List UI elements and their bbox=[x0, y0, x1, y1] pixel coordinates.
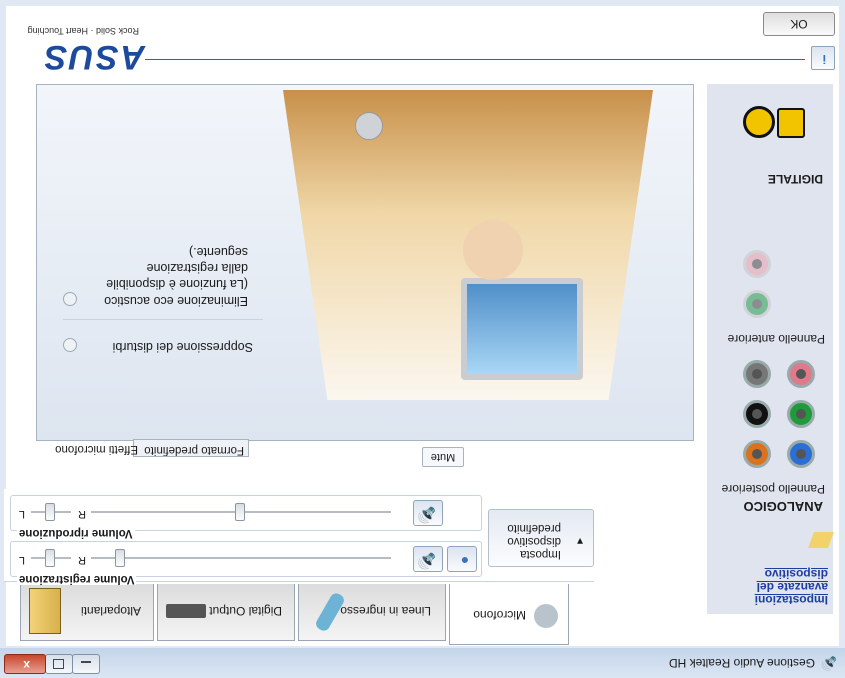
minimize-button[interactable] bbox=[72, 654, 100, 674]
header-rule bbox=[145, 59, 805, 60]
analog-heading: ANALOGICO bbox=[743, 499, 823, 514]
subtab-effects[interactable]: Effetti microfono bbox=[42, 439, 138, 455]
info-icon: i bbox=[822, 52, 826, 66]
folder-icon bbox=[808, 532, 834, 548]
echo-cancel-checkbox[interactable] bbox=[63, 292, 77, 306]
echo-cancel-label: Eliminazione eco acustico bbox=[104, 294, 248, 308]
rear-jack-green[interactable] bbox=[787, 400, 815, 428]
playback-left-label: L bbox=[18, 508, 25, 520]
speaker-volume-icon: 🔊 bbox=[417, 552, 436, 569]
playback-volume-slider[interactable] bbox=[235, 503, 245, 521]
playback-right-label: R bbox=[78, 508, 86, 520]
microphone-device-icon: ● bbox=[460, 553, 469, 569]
front-panel-label: Pannello anteriore bbox=[727, 332, 825, 346]
info-button[interactable]: i bbox=[811, 46, 835, 70]
ok-button[interactable]: OK bbox=[763, 12, 835, 36]
maximize-button[interactable] bbox=[45, 654, 73, 674]
optical-port-icon[interactable] bbox=[777, 108, 805, 138]
title-bar: 🔊 Gestione Audio Realtek HD x bbox=[0, 648, 845, 678]
recording-volume-group: Volume registrazione ● 🔊 R L bbox=[10, 541, 482, 585]
recording-left-label: L bbox=[18, 554, 25, 566]
rear-jack-pink[interactable] bbox=[787, 360, 815, 388]
set-default-device-label: Imposta dispositivo predefinito bbox=[507, 521, 561, 560]
asus-slogan: Rock Solid · Heart Touching bbox=[27, 26, 139, 36]
dropdown-arrow-icon: ▼ bbox=[575, 535, 585, 546]
playback-volume-group: Volume riproduzione 🔊 R L bbox=[10, 495, 482, 539]
default-line1: Imposta bbox=[520, 548, 561, 560]
ok-label: OK bbox=[790, 17, 808, 31]
window-title: Gestione Audio Realtek HD bbox=[668, 656, 815, 670]
mute-button[interactable]: Mute bbox=[422, 447, 464, 467]
playback-mute-button[interactable]: 🔊 bbox=[413, 500, 443, 526]
header: i OK ASUS Rock Solid · Heart Touching bbox=[6, 6, 839, 84]
person-head-icon bbox=[463, 220, 523, 280]
rear-jack-blue[interactable] bbox=[787, 440, 815, 468]
digital-heading: DIGITALE bbox=[767, 172, 823, 186]
tab-line-in[interactable]: Linea in ingresso bbox=[298, 584, 446, 641]
recording-right-label: R bbox=[78, 554, 86, 566]
rear-jack-grey[interactable] bbox=[743, 360, 771, 388]
recording-mic-button[interactable]: ● bbox=[447, 546, 477, 572]
close-icon: x bbox=[23, 658, 30, 672]
recording-volume-label: Volume registrazione bbox=[17, 573, 137, 585]
front-jack-pink[interactable] bbox=[743, 250, 771, 278]
rear-jack-orange[interactable] bbox=[743, 440, 771, 468]
digital-output-icon bbox=[166, 604, 206, 618]
minimize-icon bbox=[81, 661, 91, 663]
effects-area: Soppressione dei disturbi Eliminazione e… bbox=[36, 84, 694, 471]
microphone-icon bbox=[534, 604, 558, 628]
tab-digital-output-label: Digital Output bbox=[209, 604, 282, 618]
speaker-icon: 🔊 bbox=[820, 656, 837, 671]
device-tabs: Microfono Linea in ingresso Digital Outp… bbox=[9, 583, 569, 645]
echo-note-line2: dalla registrazione bbox=[146, 261, 248, 275]
subtab-format[interactable]: Formato predefinito bbox=[133, 439, 249, 457]
speaker-volume-icon: 🔊 bbox=[417, 506, 436, 523]
recording-mute-button[interactable]: 🔊 bbox=[413, 546, 443, 572]
device-sidebar: Impostazioni avanzate del dispositivo AN… bbox=[707, 69, 834, 614]
tab-microfono[interactable]: Microfono bbox=[449, 584, 569, 645]
playback-volume-label: Volume riproduzione bbox=[17, 527, 135, 539]
subtab-effects-label: Effetti microfono bbox=[55, 443, 138, 455]
asus-logo: ASUS bbox=[42, 38, 145, 76]
tab-speakers-label: Altoparlanti bbox=[80, 604, 141, 618]
advanced-settings-link[interactable]: Impostazioni avanzate del dispositivo bbox=[754, 567, 828, 607]
rotated-screenshot: 🔊 Gestione Audio Realtek HD x Impostazio… bbox=[0, 0, 845, 678]
ceiling-mic-icon bbox=[355, 112, 383, 140]
effects-divider bbox=[63, 319, 263, 320]
set-default-device-button[interactable]: ▼ Imposta dispositivo predefinito bbox=[488, 509, 594, 567]
maximize-icon bbox=[53, 659, 64, 669]
tab-digital-output[interactable]: Digital Output bbox=[157, 584, 295, 641]
playback-balance-slider[interactable] bbox=[45, 503, 55, 521]
speaker-cabinet-icon bbox=[29, 588, 61, 634]
recording-balance-slider[interactable] bbox=[45, 549, 55, 567]
default-line2: dispositivo bbox=[507, 535, 561, 547]
recording-volume-track bbox=[91, 557, 391, 559]
noise-suppression-label: Soppressione dei disturbi bbox=[112, 340, 253, 354]
echo-note: (La funzione è disponibile dalla registr… bbox=[106, 244, 248, 292]
tab-line-in-label: Linea in ingresso bbox=[340, 604, 431, 618]
advanced-line2: avanzate del bbox=[756, 580, 828, 594]
echo-note-line3: seguente.) bbox=[188, 245, 248, 259]
window: 🔊 Gestione Audio Realtek HD x Impostazio… bbox=[0, 0, 845, 678]
echo-note-line1: (La funzione è disponibile bbox=[106, 277, 248, 291]
subtab-format-label: Formato predefinito bbox=[144, 444, 244, 456]
front-jack-green[interactable] bbox=[743, 290, 771, 318]
recording-volume-slider[interactable] bbox=[115, 549, 125, 567]
coaxial-port-icon[interactable] bbox=[743, 106, 775, 138]
advanced-line3: dispositivo bbox=[764, 567, 828, 581]
noise-suppression-checkbox[interactable] bbox=[63, 338, 77, 352]
rear-jack-black[interactable] bbox=[743, 400, 771, 428]
mute-label: Mute bbox=[430, 451, 456, 463]
default-line3: predefinito bbox=[507, 522, 561, 534]
advanced-line1: Impostazioni bbox=[754, 593, 828, 607]
client-area: Impostazioni avanzate del dispositivo AN… bbox=[4, 6, 839, 646]
close-button[interactable]: x bbox=[4, 654, 46, 674]
tab-microfono-label: Microfono bbox=[473, 608, 526, 622]
volume-panel: ▼ Imposta dispositivo predefinito Volume… bbox=[4, 489, 594, 585]
monitor-icon bbox=[461, 278, 583, 380]
scene-frame: Soppressione dei disturbi Eliminazione e… bbox=[36, 84, 694, 441]
tab-speakers[interactable]: Altoparlanti bbox=[20, 584, 154, 641]
rear-panel-label: Pannello posteriore bbox=[721, 482, 825, 496]
